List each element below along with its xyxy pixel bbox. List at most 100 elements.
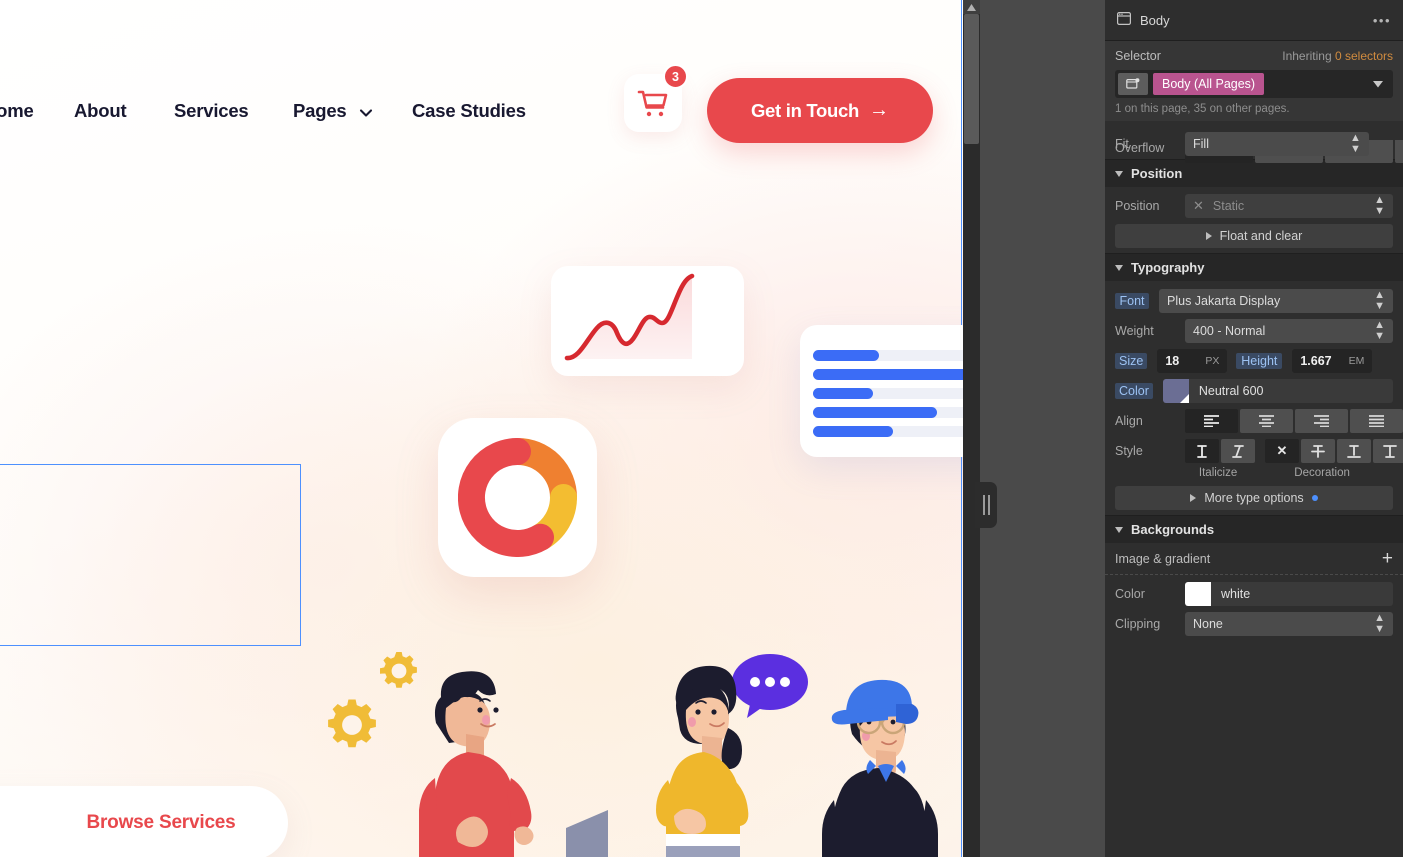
modified-indicator-dot <box>1311 495 1318 501</box>
size-label[interactable]: Size <box>1115 353 1148 369</box>
nav-link-services[interactable]: Services <box>174 100 249 122</box>
chevron-down-icon[interactable] <box>1373 77 1383 91</box>
line-height-label[interactable]: Height <box>1236 353 1283 369</box>
text-color-value: Neutral 600 <box>1198 384 1264 398</box>
nav-link-case-studies[interactable]: Case Studies <box>412 100 526 122</box>
person-yellow-top <box>656 665 749 857</box>
selector-block: Selector Inheriting 0 selectors Body (Al… <box>1105 41 1403 121</box>
nav-link-home[interactable]: Home <box>0 100 34 122</box>
website-preview-body[interactable]: Home About Services Pages Case Studies 3 <box>0 0 963 857</box>
position-select[interactable]: ✕ Static ▲ ▼ <box>1185 194 1393 218</box>
style-panel[interactable]: Body ••• Overflow Auto Selector Inheriti… <box>1105 0 1403 857</box>
chevron-down-icon <box>1115 170 1123 177</box>
float-and-clear-button[interactable]: Float and clear <box>1115 224 1393 248</box>
align-justify-icon[interactable] <box>1350 409 1403 433</box>
chevron-down-icon[interactable] <box>358 105 374 121</box>
align-group[interactable] <box>1185 409 1403 433</box>
add-background-button[interactable]: + <box>1382 549 1393 568</box>
scroll-up-arrow-icon[interactable] <box>963 0 980 14</box>
font-value: Plus Jakarta Display <box>1167 294 1281 308</box>
person-blue-cap <box>822 679 938 857</box>
selector-scope-icon[interactable] <box>1118 73 1148 95</box>
stepper-icon: ▲ ▼ <box>1374 319 1385 342</box>
italic-off-icon[interactable] <box>1185 439 1219 463</box>
line-height-input[interactable]: 1.667 EM <box>1292 349 1373 373</box>
underline-icon[interactable] <box>1337 439 1371 463</box>
text-color-field[interactable]: Neutral 600 <box>1162 379 1393 403</box>
nav-link-pages[interactable]: Pages <box>293 100 347 122</box>
inheriting-status: Inheriting 0 selectors <box>1282 49 1393 63</box>
selector-usage-text: 1 on this page, 35 on other pages. <box>1115 103 1290 115</box>
cart-button[interactable]: 3 <box>624 64 688 132</box>
background-color-row: Color white <box>1105 579 1403 609</box>
stepper-icon: ▲ ▼ <box>1374 612 1385 635</box>
size-value: 18 <box>1165 354 1180 368</box>
design-canvas[interactable]: Home About Services Pages Case Studies 3 <box>0 0 963 857</box>
canvas-scrollbar-thumb[interactable] <box>964 14 979 144</box>
background-color-swatch[interactable] <box>1185 582 1211 606</box>
chevron-down-icon <box>1115 526 1123 533</box>
more-type-options-button[interactable]: More type options <box>1115 486 1393 510</box>
clipping-label: Clipping <box>1115 617 1161 631</box>
bar-fill <box>813 407 937 418</box>
decoration-group[interactable]: ✕ <box>1265 439 1403 463</box>
hero-heading-selection[interactable]: o grow tup <box>0 464 301 646</box>
window-icon <box>1117 12 1132 28</box>
italicize-group[interactable] <box>1185 439 1255 463</box>
font-select[interactable]: Plus Jakarta Display ▲ ▼ <box>1159 289 1393 313</box>
panel-more-button[interactable]: ••• <box>1373 13 1391 28</box>
image-gradient-row[interactable]: Image & gradient + <box>1105 543 1403 575</box>
section-typography[interactable]: Typography <box>1105 253 1403 281</box>
style-captions: Italicize Decoration <box>1105 467 1403 479</box>
line-height-unit[interactable]: EM <box>1349 355 1365 367</box>
resize-grip-line <box>987 495 990 515</box>
fit-select[interactable]: Fill ▲ ▼ <box>1185 132 1369 156</box>
donut-ring-icon <box>458 438 577 557</box>
person-red-shirt <box>419 671 534 857</box>
font-label[interactable]: Font <box>1115 293 1149 309</box>
list-card <box>800 325 963 457</box>
nav-link-about[interactable]: About <box>74 100 127 122</box>
overline-icon[interactable] <box>1373 439 1403 463</box>
section-backgrounds[interactable]: Backgrounds <box>1105 515 1403 543</box>
size-unit[interactable]: PX <box>1205 355 1219 367</box>
stepper-icon: ▲ ▼ <box>1374 194 1385 217</box>
page-title: o grow tup <box>0 467 299 643</box>
position-row: Position ✕ Static ▲ ▼ <box>1105 191 1403 221</box>
align-left-icon[interactable] <box>1185 409 1238 433</box>
weight-select[interactable]: 400 - Normal ▲ ▼ <box>1185 319 1393 343</box>
selector-label: Selector <box>1115 49 1161 63</box>
panel-resize-handle[interactable] <box>975 482 997 528</box>
italic-on-icon[interactable] <box>1221 439 1255 463</box>
bar-fill <box>813 369 963 380</box>
clipping-value: None <box>1193 617 1223 631</box>
cta-label: Get in Touch <box>750 99 860 121</box>
more-type-options-label: More type options <box>1204 491 1304 505</box>
strikethrough-icon[interactable] <box>1301 439 1335 463</box>
text-color-label[interactable]: Color <box>1115 383 1153 399</box>
cart-badge: 3 <box>663 64 688 89</box>
size-input[interactable]: 18 PX <box>1157 349 1228 373</box>
inheriting-count[interactable]: 0 selectors <box>1335 49 1393 63</box>
overflow-option-auto[interactable]: Auto <box>1395 140 1403 163</box>
align-center-icon[interactable] <box>1240 409 1293 433</box>
arrow-right-icon: → <box>869 99 890 121</box>
line-chart-icon <box>564 273 695 361</box>
section-backgrounds-title: Backgrounds <box>1131 522 1215 537</box>
browse-services-button[interactable]: Browse Services <box>0 786 288 857</box>
position-clear-icon[interactable]: ✕ <box>1193 198 1204 214</box>
align-right-icon[interactable] <box>1295 409 1348 433</box>
hero-paragraph: dolor sit comeneer ilrems ycoqun cons. <box>0 672 278 746</box>
decoration-none-icon[interactable]: ✕ <box>1265 439 1299 463</box>
background-color-field[interactable]: white <box>1185 582 1393 606</box>
color-swatch[interactable] <box>1162 379 1189 403</box>
position-value: Static <box>1212 199 1245 213</box>
canvas-gutter <box>963 0 1105 857</box>
chevron-down-icon <box>1115 264 1123 271</box>
selector-input[interactable]: Body (All Pages) <box>1115 70 1393 98</box>
site-navbar: Home About Services Pages Case Studies 3 <box>0 40 963 143</box>
selector-chip[interactable]: Body (All Pages) <box>1153 73 1265 95</box>
get-in-touch-button[interactable]: Get in Touch → <box>707 78 933 143</box>
stepper-icon: ▲ ▼ <box>1374 289 1385 312</box>
clipping-select[interactable]: None ▲ ▼ <box>1185 612 1393 636</box>
